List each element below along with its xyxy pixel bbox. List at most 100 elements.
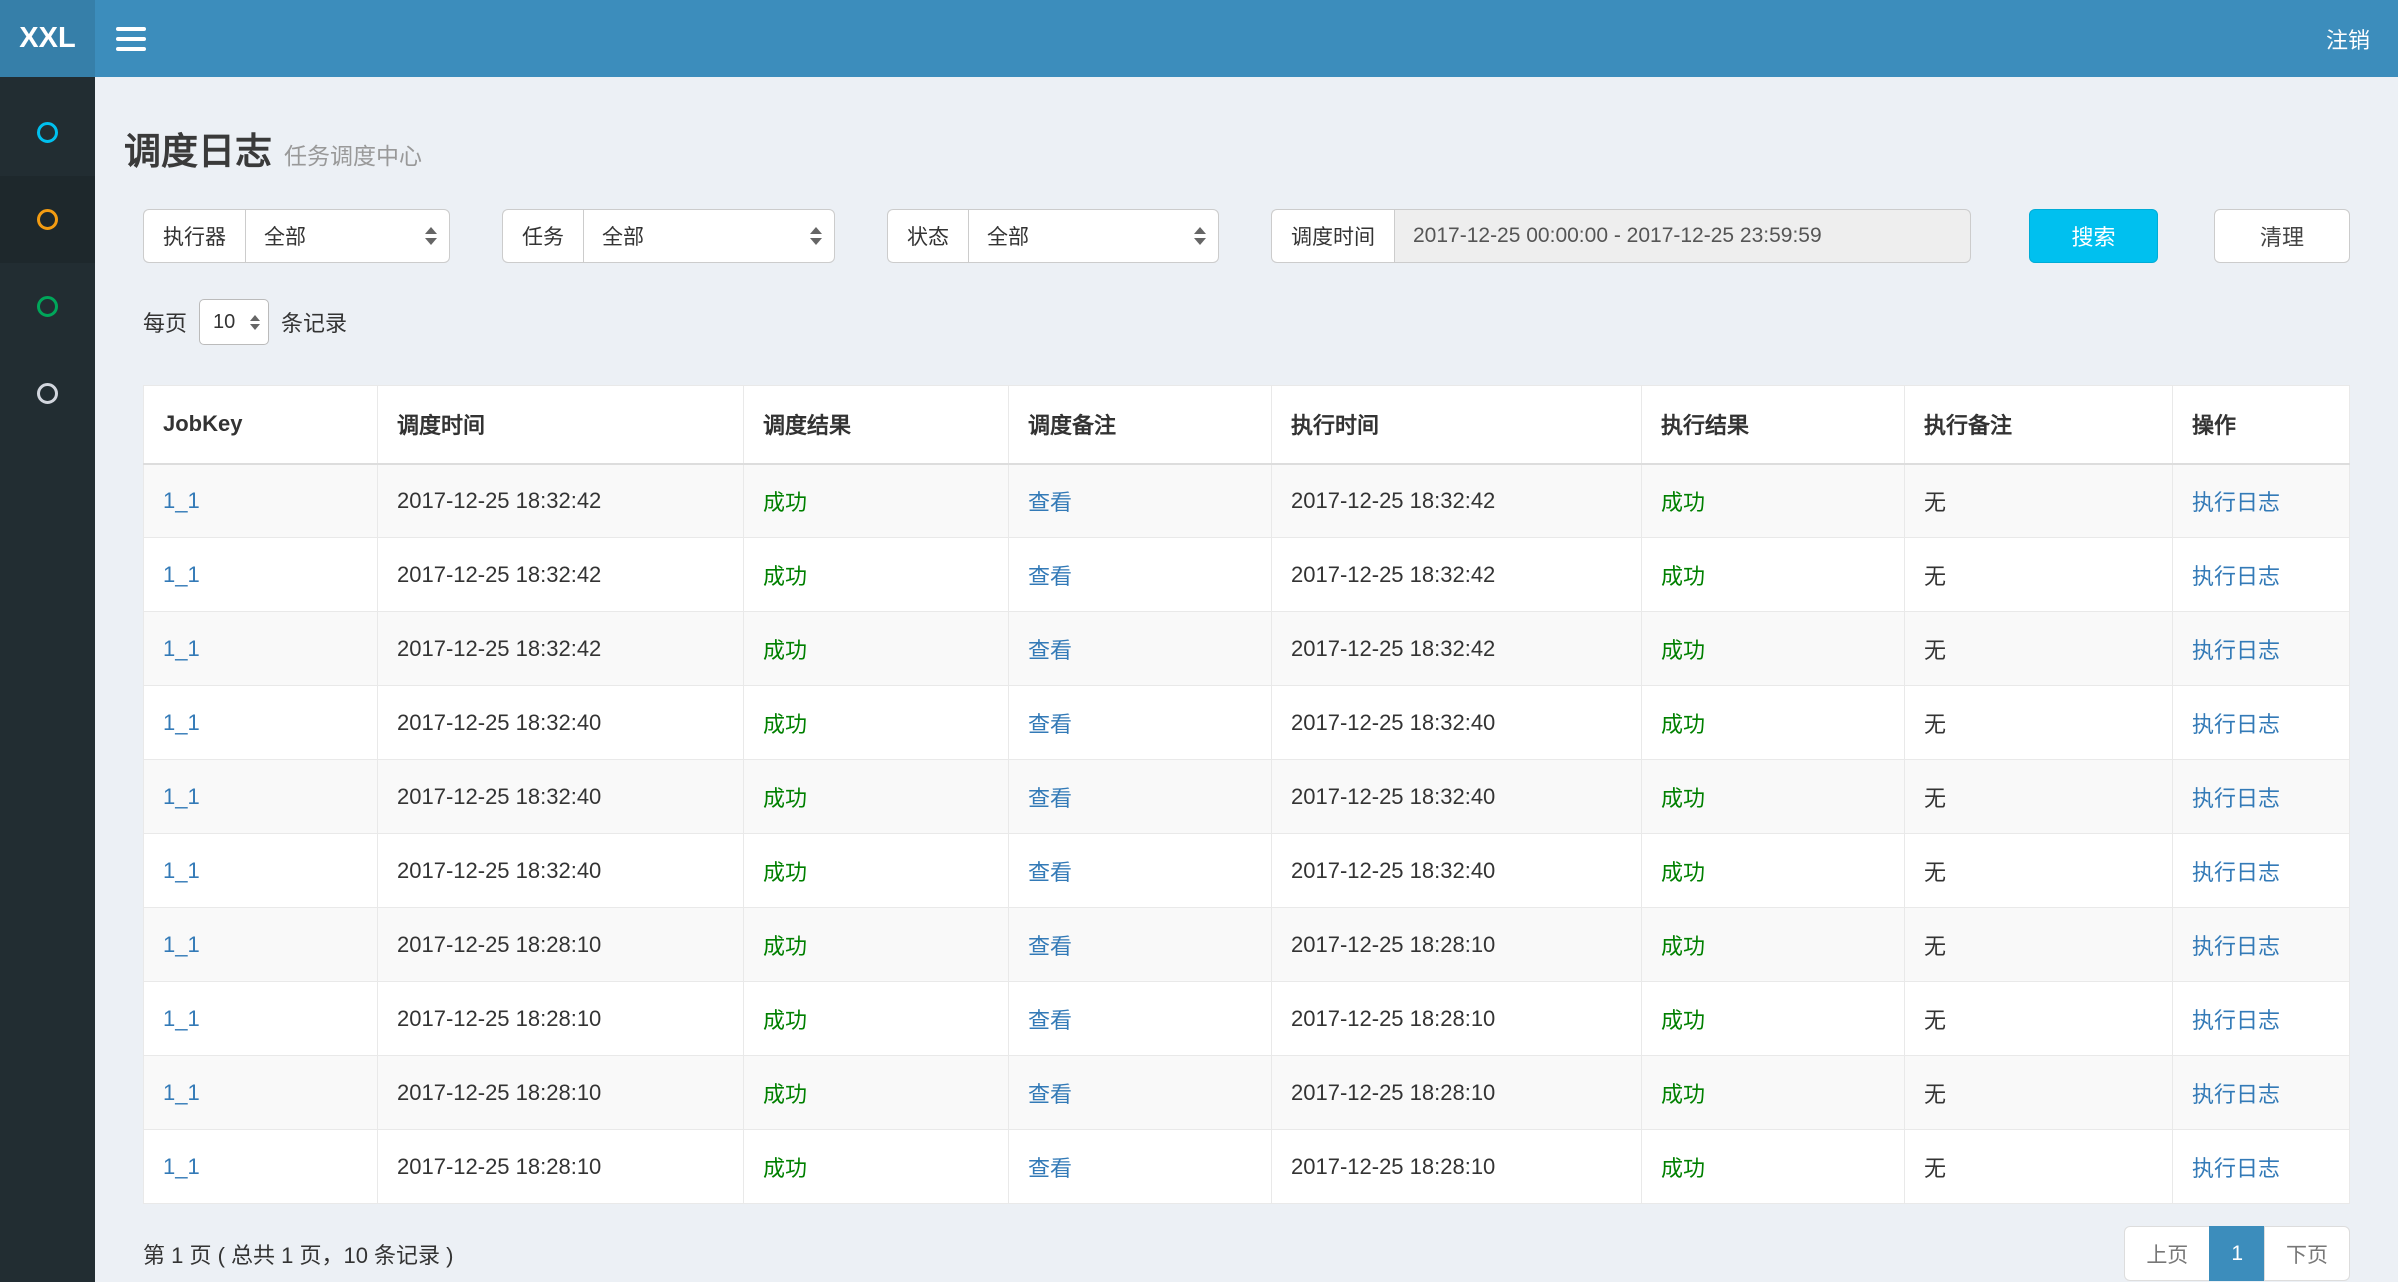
trigger-time-filter-label: 调度时间	[1271, 209, 1394, 263]
execution-log-link[interactable]: 执行日志	[2192, 1008, 2280, 1033]
jobkey-link[interactable]: 1_1	[163, 932, 200, 957]
trigger-msg-view-link[interactable]: 查看	[1028, 490, 1072, 515]
handle-result-text-cell: 成功	[1642, 686, 1905, 760]
trigger-result-text: 成功	[763, 1156, 807, 1181]
trigger-msg-view-link[interactable]: 查看	[1028, 860, 1072, 885]
logout-link[interactable]: 注销	[2326, 23, 2370, 55]
trigger-time-text: 2017-12-25 18:28:10	[397, 932, 601, 957]
jobkey-link[interactable]: 1_1	[163, 562, 200, 587]
execution-log-link[interactable]: 执行日志	[2192, 564, 2280, 589]
trigger-msg-view-link[interactable]: 查看	[1028, 1082, 1072, 1107]
handle-result-text-cell: 成功	[1642, 1056, 1905, 1130]
trigger-msg-view-link-cell: 查看	[1009, 538, 1272, 612]
circle-outline-icon	[37, 209, 58, 230]
trigger-result-text-cell: 成功	[744, 908, 1009, 982]
prev-page-button[interactable]: 上页	[2124, 1226, 2210, 1281]
column-header-8: 操作	[2173, 386, 2350, 464]
trigger-result-text-cell: 成功	[744, 982, 1009, 1056]
execution-log-link[interactable]: 执行日志	[2192, 934, 2280, 959]
handle-msg-text: 无	[1924, 1156, 1946, 1181]
execution-log-link[interactable]: 执行日志	[2192, 1156, 2280, 1181]
handle-result-text: 成功	[1661, 712, 1705, 737]
jobkey-link[interactable]: 1_1	[163, 710, 200, 735]
trigger-msg-view-link[interactable]: 查看	[1028, 786, 1072, 811]
search-button[interactable]: 搜索	[2029, 209, 2158, 263]
sidebar-item-2[interactable]	[0, 176, 95, 263]
trigger-time-text: 2017-12-25 18:32:42	[397, 636, 601, 661]
page-size-prefix-label: 每页	[143, 306, 187, 338]
jobkey-link[interactable]: 1_1	[163, 858, 200, 883]
trigger-result-text: 成功	[763, 934, 807, 959]
trigger-msg-view-link[interactable]: 查看	[1028, 934, 1072, 959]
table-row: 1_12017-12-25 18:28:10成功查看2017-12-25 18:…	[144, 1130, 2350, 1204]
trigger-msg-view-link-cell: 查看	[1009, 1130, 1272, 1204]
trigger-msg-view-link[interactable]: 查看	[1028, 564, 1072, 589]
trigger-msg-view-link[interactable]: 查看	[1028, 638, 1072, 663]
handle-msg-text: 无	[1924, 1082, 1946, 1107]
sidebar-item-3[interactable]	[0, 263, 95, 350]
handle-msg-text-cell: 无	[1905, 908, 2173, 982]
sidebar-item-1[interactable]	[0, 89, 95, 176]
app-logo[interactable]: XXL	[0, 0, 95, 77]
jobkey-link[interactable]: 1_1	[163, 1006, 200, 1031]
trigger-msg-view-link[interactable]: 查看	[1028, 1156, 1072, 1181]
next-page-button[interactable]: 下页	[2264, 1226, 2350, 1281]
jobkey-link[interactable]: 1_1	[163, 488, 200, 513]
page-layout: 调度日志任务调度中心 执行器 全部 任务 全部	[0, 77, 2398, 1282]
handle-time-text: 2017-12-25 18:32:42	[1291, 488, 1495, 513]
select-arrows-icon	[250, 315, 260, 330]
trigger-time-text-cell: 2017-12-25 18:32:40	[378, 686, 744, 760]
hamburger-icon	[116, 47, 146, 51]
jobkey-link[interactable]: 1_1	[163, 1080, 200, 1105]
navbar-content: 注销	[95, 0, 2398, 77]
execution-log-link[interactable]: 执行日志	[2192, 490, 2280, 515]
execution-log-link[interactable]: 执行日志	[2192, 860, 2280, 885]
jobkey-link-cell: 1_1	[144, 834, 378, 908]
handle-time-text: 2017-12-25 18:32:42	[1291, 636, 1495, 661]
trigger-msg-view-link-cell: 查看	[1009, 1056, 1272, 1130]
current-page-button[interactable]: 1	[2209, 1226, 2265, 1281]
status-filter-label: 状态	[887, 209, 968, 263]
executor-select[interactable]: 全部	[245, 209, 450, 263]
column-header-6: 执行结果	[1642, 386, 1905, 464]
jobkey-link[interactable]: 1_1	[163, 784, 200, 809]
status-select[interactable]: 全部	[968, 209, 1219, 263]
execution-log-link[interactable]: 执行日志	[2192, 712, 2280, 737]
clear-button[interactable]: 清理	[2214, 209, 2350, 263]
trigger-result-text: 成功	[763, 1082, 807, 1107]
trigger-msg-view-link[interactable]: 查看	[1028, 1008, 1072, 1033]
handle-result-text: 成功	[1661, 860, 1705, 885]
execution-log-link[interactable]: 执行日志	[2192, 638, 2280, 663]
trigger-msg-view-link-cell: 查看	[1009, 908, 1272, 982]
trigger-msg-view-link[interactable]: 查看	[1028, 712, 1072, 737]
log-table-body: 1_12017-12-25 18:32:42成功查看2017-12-25 18:…	[144, 464, 2350, 1204]
jobkey-link[interactable]: 1_1	[163, 1154, 200, 1179]
column-header-1: JobKey	[144, 386, 378, 464]
circle-outline-icon	[37, 383, 58, 404]
main-content: 调度日志任务调度中心 执行器 全部 任务 全部	[95, 77, 2398, 1282]
handle-msg-text-cell: 无	[1905, 1130, 2173, 1204]
handle-msg-text-cell: 无	[1905, 834, 2173, 908]
filter-bar: 执行器 全部 任务 全部 状态 全部	[143, 209, 2350, 263]
trigger-time-text: 2017-12-25 18:32:40	[397, 858, 601, 883]
dispatch-log-table: JobKey调度时间调度结果调度备注执行时间执行结果执行备注操作 1_12017…	[143, 385, 2350, 1204]
trigger-result-text-cell: 成功	[744, 760, 1009, 834]
jobkey-link[interactable]: 1_1	[163, 636, 200, 661]
trigger-time-text-cell: 2017-12-25 18:32:42	[378, 538, 744, 612]
sidebar-item-4[interactable]	[0, 350, 95, 437]
execution-log-link[interactable]: 执行日志	[2192, 1082, 2280, 1107]
handle-msg-text-cell: 无	[1905, 760, 2173, 834]
sidebar-toggle-button[interactable]	[95, 0, 167, 77]
page-size-select[interactable]: 10	[199, 299, 269, 345]
handle-result-text: 成功	[1661, 1082, 1705, 1107]
trigger-result-text: 成功	[763, 786, 807, 811]
job-select[interactable]: 全部	[583, 209, 835, 263]
sidebar	[0, 77, 95, 1282]
jobkey-link-cell: 1_1	[144, 982, 378, 1056]
execution-log-link[interactable]: 执行日志	[2192, 786, 2280, 811]
table-row: 1_12017-12-25 18:32:40成功查看2017-12-25 18:…	[144, 760, 2350, 834]
handle-time-text: 2017-12-25 18:28:10	[1291, 1006, 1495, 1031]
trigger-time-text: 2017-12-25 18:32:40	[397, 710, 601, 735]
trigger-time-text: 2017-12-25 18:28:10	[397, 1080, 601, 1105]
trigger-time-range-input[interactable]	[1394, 209, 1971, 263]
